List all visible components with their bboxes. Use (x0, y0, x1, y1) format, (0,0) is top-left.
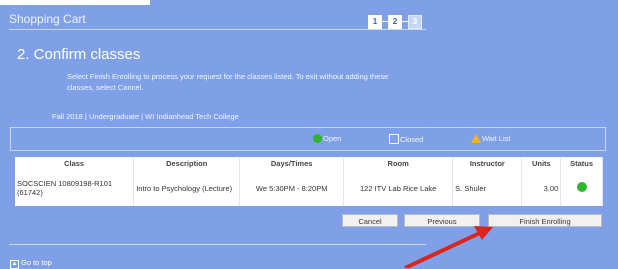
cell-days-times: We 5:30PM - 8:20PM (239, 170, 345, 206)
column-header-room: Room (343, 157, 454, 170)
finish-enrolling-button[interactable]: Finish Enrolling (488, 214, 602, 227)
cell-room: 122 ITV Lab Rice Lake (343, 170, 454, 206)
cell-class: SOCSCIEN 10809198-R101 (61742) (15, 170, 135, 206)
status-legend: Open Closed Wait List (10, 127, 606, 151)
section-title: 2. Confirm classes (17, 46, 141, 63)
open-status-icon (576, 182, 587, 192)
cell-status (560, 170, 603, 206)
table-row: SOCSCIEN 10809198-R101 (61742) Intro to … (15, 170, 603, 206)
go-to-top-link[interactable]: ▲ Go to top (10, 258, 52, 269)
top-tab-strip (0, 0, 150, 5)
cell-units: 3.00 (521, 170, 562, 206)
instructions-text: Select Finish Enrolling to process your … (67, 72, 389, 92)
annotation-arrow-shaft (404, 230, 483, 268)
legend-wait-list: Wait List (471, 134, 510, 143)
class-table: Class Description Days/Times Room Instru… (15, 157, 603, 206)
legend-wait-list-label: Wait List (482, 134, 511, 143)
go-to-top-label: Go to top (21, 258, 52, 267)
column-header-units: Units (521, 157, 562, 170)
column-header-status: Status (560, 157, 603, 170)
column-header-days-times: Days/Times (239, 157, 345, 170)
cell-instructor: S. Shuler (452, 170, 523, 206)
annotation-arrow-head (474, 226, 493, 240)
step-3-icon: 3 (408, 15, 422, 29)
header-divider (9, 29, 426, 30)
page-title: Shopping Cart (9, 12, 86, 26)
legend-closed-label: Closed (400, 135, 424, 144)
table-header-row: Class Description Days/Times Room Instru… (15, 157, 603, 170)
closed-status-icon (389, 134, 399, 144)
term-info: Fall 2018 | Undergraduate | WI Indianhea… (52, 112, 239, 121)
wait-list-icon (471, 134, 481, 143)
legend-open-label: Open (323, 134, 342, 143)
legend-open: Open (313, 134, 341, 143)
column-header-description: Description (133, 157, 241, 170)
column-header-class: Class (15, 157, 135, 170)
step-2-icon: 2 (388, 15, 402, 29)
legend-closed: Closed (389, 134, 423, 144)
column-header-instructor: Instructor (452, 157, 523, 170)
open-status-icon (313, 134, 322, 143)
cancel-button[interactable]: Cancel (342, 214, 398, 227)
footer-divider (9, 244, 426, 245)
cell-description: Intro to Psychology (Lecture) (133, 170, 241, 206)
step-1-icon: 1 (368, 15, 382, 29)
previous-button[interactable]: Previous (404, 214, 480, 227)
